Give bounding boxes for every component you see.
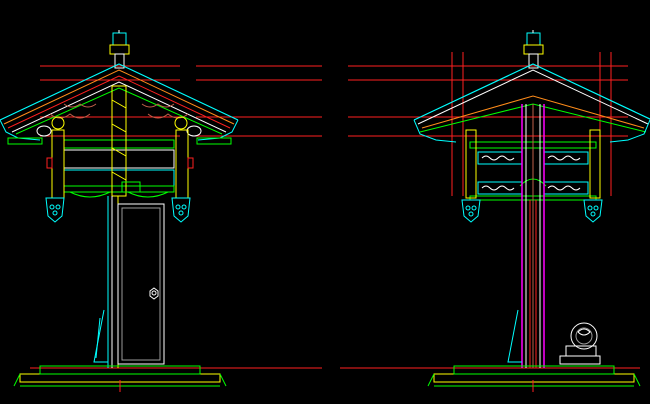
roof-left bbox=[0, 63, 239, 141]
side-elevation bbox=[340, 30, 650, 392]
door-panel-left bbox=[117, 203, 165, 365]
roof-finial-left bbox=[109, 30, 130, 69]
beams-left bbox=[63, 139, 175, 198]
reference-lines-right bbox=[340, 65, 640, 369]
cad-drawing-canvas[interactable] bbox=[0, 0, 650, 404]
base-right bbox=[427, 365, 641, 392]
cad-drawing bbox=[0, 30, 650, 392]
roof-right bbox=[413, 63, 650, 143]
reference-lines-left bbox=[30, 65, 322, 369]
hanging-lanterns-right bbox=[461, 199, 603, 223]
buttress-left bbox=[93, 309, 108, 363]
base-left bbox=[13, 365, 227, 392]
central-post-right bbox=[521, 104, 545, 368]
roof-finial-right bbox=[523, 30, 544, 69]
front-elevation bbox=[0, 30, 322, 392]
central-post-left bbox=[107, 85, 141, 368]
